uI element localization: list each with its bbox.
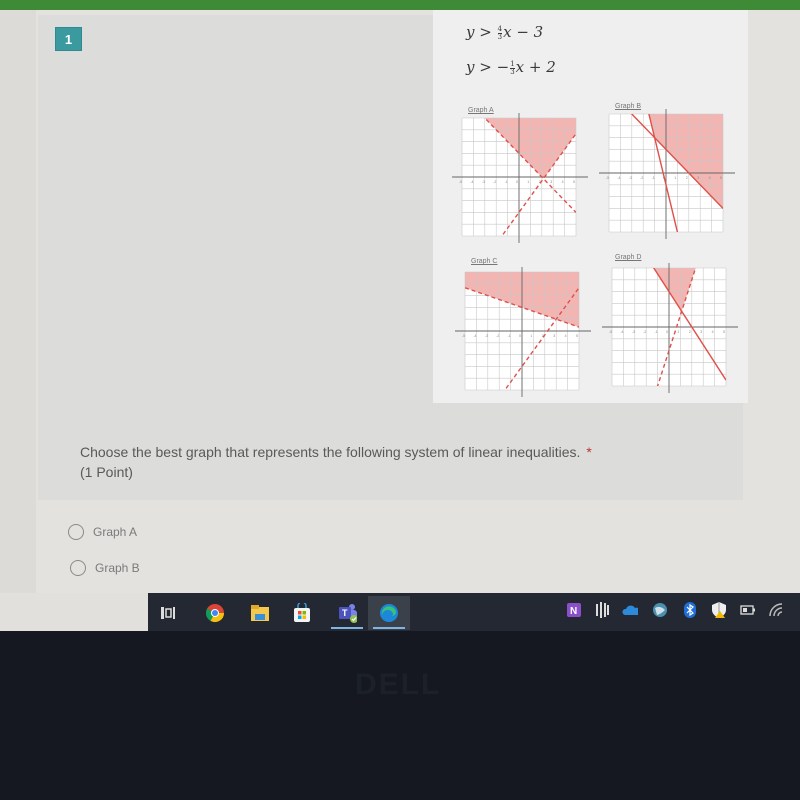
monitor-bezel (0, 631, 800, 800)
microsoft-store-icon[interactable] (292, 603, 312, 623)
x-tick-label: -3 (485, 334, 488, 338)
x-tick-label: -1 (508, 334, 511, 338)
x-tick-label: 1 (527, 180, 529, 184)
security-shield-icon[interactable] (711, 601, 727, 619)
option-graph-a[interactable]: Graph A (68, 524, 137, 540)
onedrive-icon[interactable] (622, 601, 638, 619)
required-marker: * (586, 444, 592, 460)
ineq-op: > (479, 23, 492, 41)
bluetooth-icon[interactable] (682, 601, 698, 619)
radio-graph-a[interactable] (68, 524, 84, 540)
x-tick-label: 2 (686, 176, 688, 180)
graph-c: -5 -4 -3 -2 -1 0 1 2 3 4 5 (455, 267, 591, 397)
x-tick-label: -3 (632, 330, 635, 334)
option-graph-b[interactable]: Graph B (70, 560, 140, 576)
x-tick-label: 0 (519, 334, 521, 338)
graph-d: -5 -4 -3 -2 -1 0 1 2 3 4 5 (602, 263, 738, 393)
x-tick-label: 1 (677, 330, 679, 334)
onenote-icon[interactable]: N (566, 601, 582, 619)
file-explorer-icon[interactable] (250, 603, 270, 623)
x-tick-label: -4 (620, 330, 623, 334)
graph-d-title: Graph D (615, 254, 642, 261)
x-tick-label: -4 (470, 180, 473, 184)
x-tick-label: 1 (674, 176, 676, 180)
x-tick-label: -1 (652, 176, 655, 180)
x-tick-label: -3 (629, 176, 632, 180)
x-tick-label: -2 (643, 330, 646, 334)
page-margin (0, 10, 36, 595)
graph-b: -5-4-3-2-1012345 (599, 109, 735, 239)
x-tick-label: 4 (709, 176, 711, 180)
x-tick-label: 0 (666, 330, 668, 334)
x-tick-label: -2 (496, 334, 499, 338)
option-label: Graph A (93, 525, 138, 539)
option-label: Graph B (95, 561, 140, 575)
svg-text:T: T (342, 608, 348, 618)
frac-den: 3 (497, 32, 503, 41)
x-tick-label: -1 (655, 330, 658, 334)
graph-a: -5 -4 -3 -2 -1 0 1 2 3 4 5 (452, 113, 588, 243)
audio-app-icon[interactable] (594, 601, 610, 619)
ineq-lhs: y (466, 23, 475, 41)
x-tick-label: -5 (606, 176, 609, 180)
ineq-op: > (479, 58, 492, 76)
x-tick-label: -5 (459, 180, 462, 184)
wifi-icon[interactable] (768, 601, 784, 619)
ineq-rest: x + 2 (515, 58, 556, 76)
edge-icon[interactable] (373, 603, 405, 629)
x-tick-label: 5 (720, 176, 722, 180)
x-tick-label: 3 (550, 180, 552, 184)
x-tick-label: 3 (553, 334, 555, 338)
x-tick-label: 5 (723, 330, 725, 334)
x-tick-label: -5 (609, 330, 612, 334)
task-view-icon[interactable] (158, 603, 178, 623)
inequality-1: y > 43x − 3 (466, 23, 543, 41)
x-tick-label: -4 (473, 334, 476, 338)
graph-c-title: Graph C (471, 258, 498, 265)
ineq-lhs: y (466, 58, 475, 76)
chrome-icon[interactable] (205, 603, 225, 623)
ineq-fraction: 43 (497, 25, 503, 41)
svg-text:N: N (570, 606, 577, 617)
forms-header-bar (0, 0, 800, 10)
x-tick-label: -3 (482, 180, 485, 184)
vpn-globe-icon[interactable] (652, 601, 668, 619)
ineq-rest: x − 3 (503, 23, 544, 41)
x-tick-label: -2 (493, 180, 496, 184)
x-tick-label: 4 (712, 330, 714, 334)
prompt-text: Choose the best graph that represents th… (80, 444, 581, 460)
x-tick-label: 4 (565, 334, 567, 338)
ineq-fraction: 13 (510, 60, 515, 76)
screen: 1 y > 43x − 3 y > −1 3 x + 2 Graph A -5 -4-… (0, 0, 800, 800)
x-tick-label: -5 (462, 334, 465, 338)
points-label: (1 Point) (80, 464, 133, 480)
teams-icon[interactable]: T (331, 603, 363, 629)
x-tick-label: 0 (516, 180, 518, 184)
x-tick-label: 3 (697, 176, 699, 180)
x-tick-label: -1 (505, 180, 508, 184)
x-tick-label: 2 (689, 330, 691, 334)
x-tick-label: 5 (573, 180, 575, 184)
question-prompt: Choose the best graph that represents th… (80, 442, 592, 482)
frac-den: 3 (510, 67, 515, 76)
x-tick-label: 1 (530, 334, 532, 338)
x-tick-label: 3 (700, 330, 702, 334)
dell-logo: DELL (355, 668, 442, 701)
battery-icon[interactable] (740, 601, 756, 619)
question-number-badge: 1 (55, 27, 82, 51)
x-tick-label: -2 (640, 176, 643, 180)
x-tick-label: 5 (576, 334, 578, 338)
x-tick-label: -4 (617, 176, 620, 180)
radio-graph-b[interactable] (70, 560, 86, 576)
inequality-2: y > −1 3 x + 2 (466, 58, 556, 76)
x-tick-label: 4 (562, 180, 564, 184)
ineq-sign: − (496, 58, 510, 76)
